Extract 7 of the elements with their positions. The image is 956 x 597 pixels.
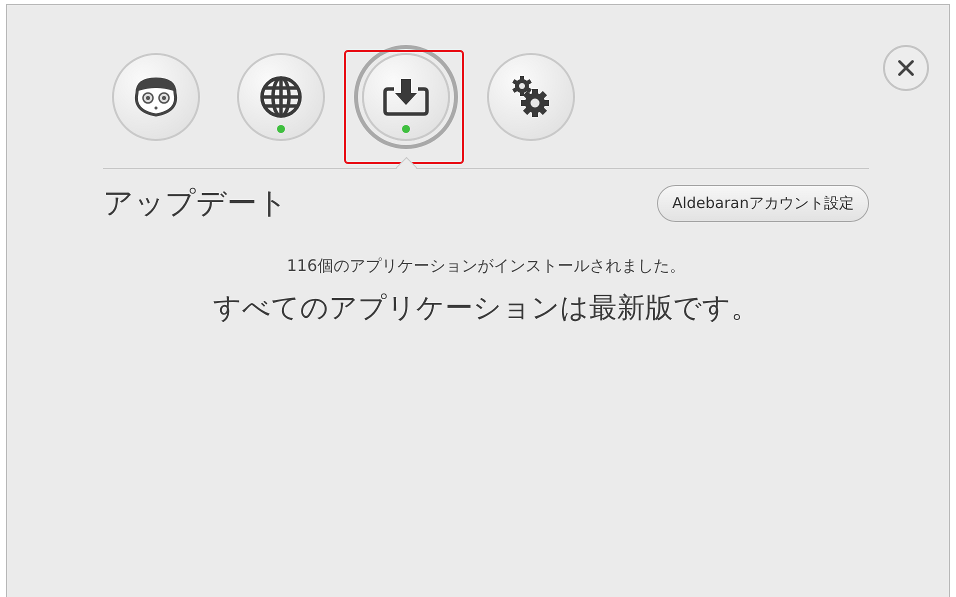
account-settings-button[interactable]: Aldebaranアカウント設定 [657,185,869,222]
page-title: アップデート [103,185,288,223]
status-message: すべてのアプリケーションは最新版です。 [212,290,760,326]
globe-icon [259,75,303,119]
download-icon [382,77,430,117]
installed-message: 116個のアプリケーションがインストールされました。 [286,256,686,277]
close-button[interactable] [883,45,929,91]
